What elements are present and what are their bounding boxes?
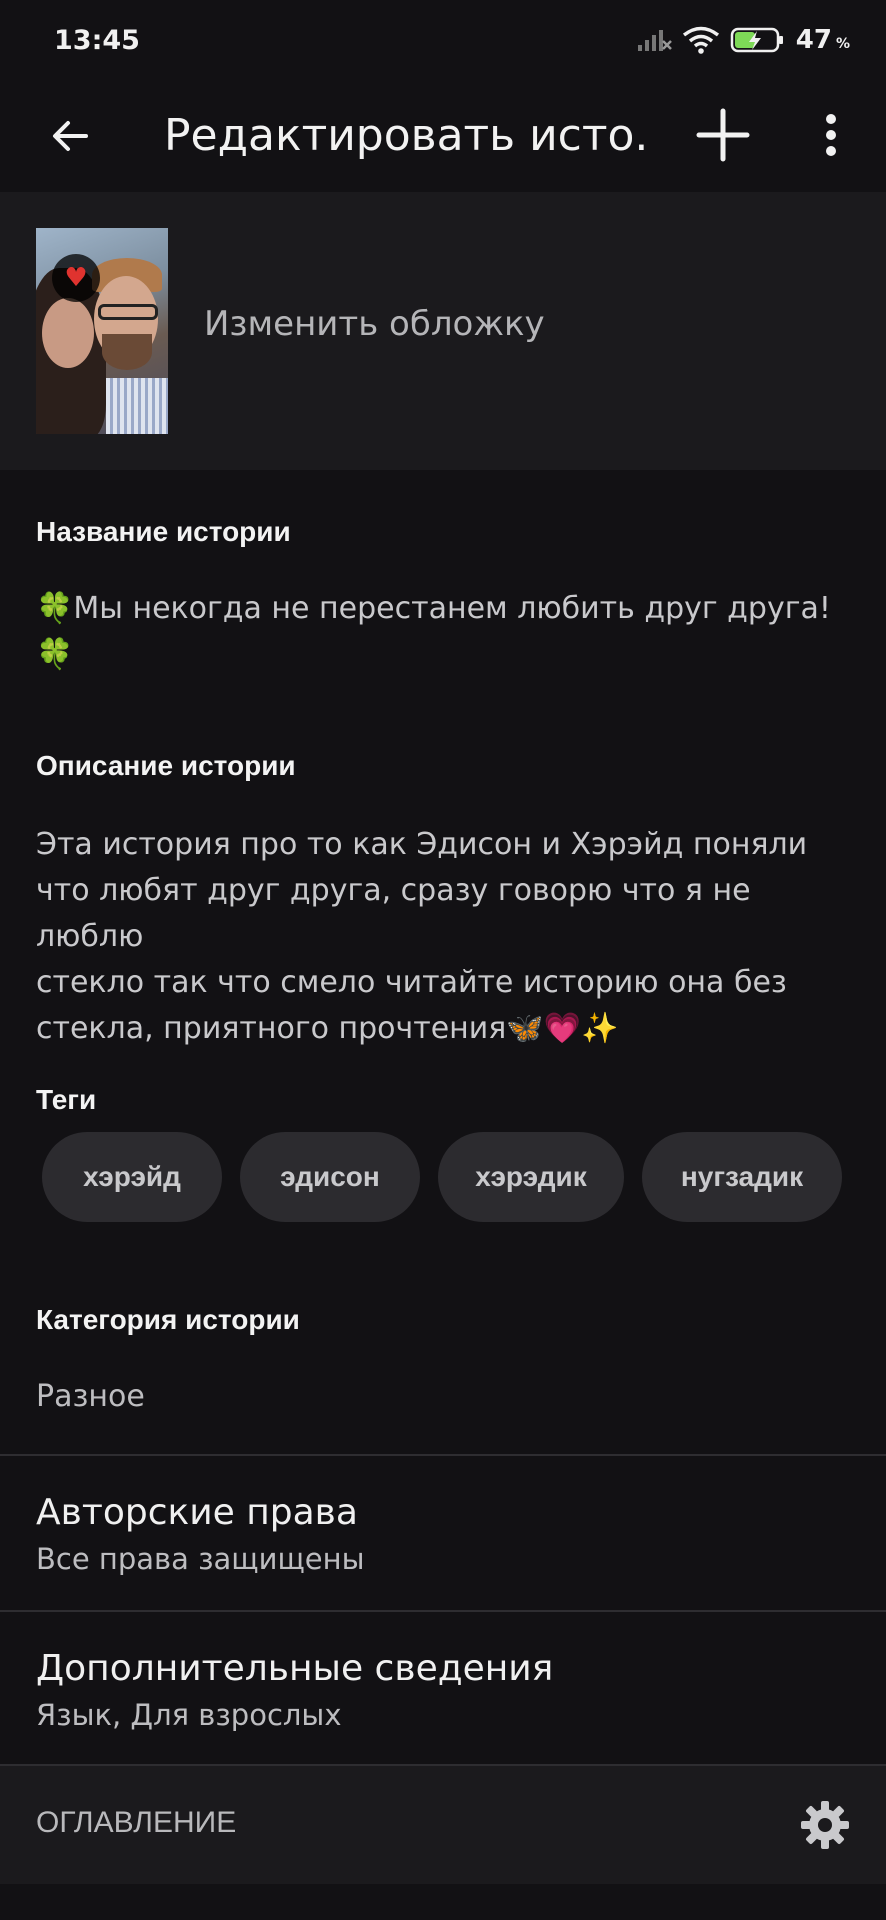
copyright-title: Авторские права xyxy=(36,1492,358,1533)
story-title-line-2: 🍀 xyxy=(36,637,74,672)
battery-percent: 47% xyxy=(795,25,850,55)
tag-chip[interactable]: хэрэдик xyxy=(438,1132,624,1222)
tag-chip[interactable]: нугзадик xyxy=(642,1132,842,1222)
app-bar: Редактировать исто... xyxy=(0,80,886,192)
additional-info-row[interactable]: Дополнительные сведения Язык, Для взросл… xyxy=(0,1612,886,1766)
story-description-label: Описание истории xyxy=(36,750,296,781)
story-title-label: Название истории xyxy=(36,516,291,547)
heart-icon: ♥ xyxy=(52,254,100,302)
tag-chip[interactable]: хэрэйд xyxy=(42,1132,222,1222)
status-indicators: 47% xyxy=(636,25,850,55)
story-title-line-1: 🍀Мы некогда не перестанем любить друг др… xyxy=(36,591,831,626)
gear-icon xyxy=(801,1801,849,1849)
more-vertical-icon xyxy=(826,114,836,156)
cover-image[interactable]: ♥ xyxy=(36,228,168,434)
description-line-3: стекло так что смело читайте историю она… xyxy=(36,965,787,1000)
toc-settings-button[interactable] xyxy=(800,1800,850,1850)
additional-info-subtitle: Язык, Для взрослых xyxy=(36,1698,342,1732)
story-title-field[interactable]: 🍀Мы некогда не перестанем любить друг др… xyxy=(36,586,856,678)
back-button[interactable] xyxy=(38,104,102,168)
story-description-field[interactable]: Эта история про то как Эдисон и Хэрэйд п… xyxy=(36,822,856,1052)
add-button[interactable] xyxy=(688,100,758,170)
change-cover-label[interactable]: Изменить обложку xyxy=(204,304,545,344)
copyright-row[interactable]: Авторские права Все права защищены xyxy=(0,1456,886,1610)
category-label: Категория истории xyxy=(36,1304,300,1335)
additional-info-title: Дополнительные сведения xyxy=(36,1648,554,1689)
copyright-subtitle: Все права защищены xyxy=(36,1542,365,1576)
description-line-2: что любят друг друга, сразу говорю что я… xyxy=(36,873,751,954)
status-bar: 13:45 47% xyxy=(0,0,886,80)
cover-section[interactable]: ♥ Изменить обложку xyxy=(0,192,886,470)
page-title: Редактировать исто... xyxy=(164,110,644,161)
arrow-left-icon xyxy=(53,121,88,151)
more-options-button[interactable] xyxy=(808,100,854,170)
toc-header: ОГЛАВЛЕНИЕ xyxy=(0,1766,886,1884)
wifi-icon xyxy=(682,26,719,54)
category-value[interactable]: Разное xyxy=(36,1374,856,1420)
tags-list: хэрэйд эдисон хэрэдик нугзадик xyxy=(42,1132,842,1222)
tags-label: Теги xyxy=(36,1084,97,1115)
description-line-1: Эта история про то как Эдисон и Хэрэйд п… xyxy=(36,827,808,862)
plus-icon xyxy=(696,108,750,162)
description-line-4: стекла, приятного прочтения🦋💗✨ xyxy=(36,1011,619,1046)
toc-label: ОГЛАВЛЕНИЕ xyxy=(36,1806,237,1839)
tag-chip[interactable]: эдисон xyxy=(240,1132,420,1222)
signal-icon xyxy=(637,30,672,51)
battery-icon xyxy=(730,27,783,53)
status-time: 13:45 xyxy=(54,24,140,56)
